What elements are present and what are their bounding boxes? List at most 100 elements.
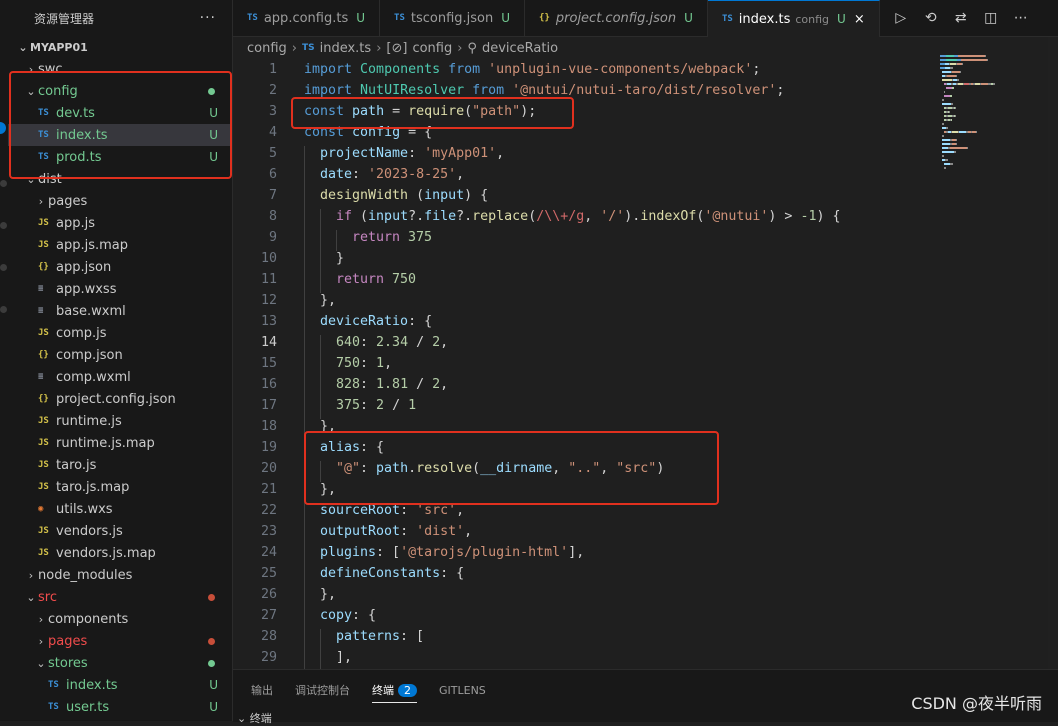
workspace-root[interactable]: ⌄ MYAPP01: [8, 36, 232, 58]
minimap-mark: [952, 71, 960, 73]
tree-item[interactable]: JS comp.js: [8, 322, 232, 344]
code-token: designWidth: [320, 188, 417, 203]
run-icon[interactable]: ▷: [892, 10, 910, 26]
file-type-icon: JS: [38, 328, 49, 338]
tree-item[interactable]: JS app.js: [8, 212, 232, 234]
line-number: 24: [260, 545, 277, 560]
tree-item[interactable]: TS index.ts U: [8, 674, 232, 696]
line-number: 29: [260, 650, 277, 665]
tab-project-config-json[interactable]: {} project.config.json U: [525, 0, 708, 36]
minimap-mark: [984, 55, 986, 57]
extensions-icon[interactable]: [0, 306, 7, 313]
tree-item[interactable]: JS runtime.js: [8, 410, 232, 432]
more-actions-icon[interactable]: ···: [200, 10, 216, 26]
tree-item[interactable]: {} app.json: [8, 256, 232, 278]
minimap-mark: [942, 143, 950, 145]
code-text: sourceRoot: 'src',: [304, 503, 464, 524]
vertical-scrollbar[interactable]: [1048, 37, 1058, 669]
minimap-mark: [942, 135, 944, 137]
code-token: 375: [408, 230, 433, 245]
code-text: plugins: ['@tarojs/plugin-html'],: [304, 545, 584, 566]
search-icon[interactable]: [0, 180, 7, 187]
breadcrumb-item[interactable]: index.ts: [320, 41, 372, 56]
tree-item[interactable]: › pages: [8, 630, 232, 652]
tree-item[interactable]: › node_modules: [8, 564, 232, 586]
panel-tab[interactable]: GITLENS: [439, 684, 486, 697]
tree-item[interactable]: ≡ comp.wxml: [8, 366, 232, 388]
code-token: NutUIResolver: [360, 83, 473, 98]
panel-tab[interactable]: 调试控制台: [295, 682, 350, 698]
minimap[interactable]: [940, 55, 1050, 315]
file-type-icon: ≡: [38, 372, 44, 382]
tree-item[interactable]: JS taro.js: [8, 454, 232, 476]
tab-index-ts[interactable]: TS index.ts config U ×: [707, 0, 880, 37]
code-editor[interactable]: 1 import Components from 'unplugin-vue-co…: [233, 59, 933, 669]
breadcrumb-item[interactable]: deviceRatio: [482, 41, 558, 56]
line-number: 17: [260, 398, 277, 413]
breadcrumb-item[interactable]: config: [247, 41, 287, 56]
code-token: :: [360, 335, 377, 350]
tree-item[interactable]: › pages: [8, 190, 232, 212]
tree-item[interactable]: TS user.ts U: [8, 696, 232, 718]
minimap-mark: [942, 99, 944, 101]
tree-item[interactable]: ≡ app.wxss: [8, 278, 232, 300]
chevron-down-icon: ⌄: [26, 590, 36, 604]
minimap-mark: [959, 71, 961, 73]
minimap-mark: [946, 127, 949, 129]
file-type-icon: JS: [38, 438, 49, 448]
code-text: import Components from 'unplugin-vue-com…: [304, 62, 760, 77]
tree-item[interactable]: JS app.js.map: [8, 234, 232, 256]
tree-item-label: components: [48, 611, 129, 627]
tree-item[interactable]: {} comp.json: [8, 344, 232, 366]
file-type-icon: {}: [539, 13, 550, 23]
code-token: ).: [624, 209, 641, 224]
code-token: 750: [392, 272, 417, 287]
line-number: 23: [260, 524, 277, 539]
panel-tab-label: 终端: [372, 684, 394, 697]
run-debug-icon[interactable]: [0, 264, 7, 271]
tab-app-config-ts[interactable]: TS app.config.ts U: [233, 0, 381, 36]
timeline-icon[interactable]: ⟲: [922, 10, 940, 26]
tree-item[interactable]: JS vendors.js.map: [8, 542, 232, 564]
tree-item-label: index.ts: [66, 677, 118, 693]
file-type-icon: JS: [38, 240, 49, 250]
minimap-mark: [949, 111, 950, 113]
minimap-mark: [956, 79, 959, 81]
panel-tab[interactable]: 输出: [251, 682, 273, 698]
line-number: 19: [260, 440, 277, 455]
minimap-mark: [987, 59, 989, 61]
terminal-section-header[interactable]: ⌄ 终端: [237, 710, 272, 726]
tree-item[interactable]: JS runtime.js.map: [8, 432, 232, 454]
code-token: defineConstants: [320, 566, 441, 581]
minimap-mark: [951, 87, 954, 89]
breadcrumb-separator: ›: [376, 40, 382, 56]
tree-item[interactable]: › components: [8, 608, 232, 630]
code-text: date: '2023-8-25',: [304, 167, 464, 188]
tree-item[interactable]: ◉ utils.wxs: [8, 498, 232, 520]
tree-item[interactable]: ⌄ src: [8, 586, 232, 608]
panel-tab[interactable]: 终端 2: [372, 682, 417, 703]
tree-item[interactable]: JS taro.js.map: [8, 476, 232, 498]
code-token: ,: [440, 335, 449, 350]
close-icon[interactable]: ×: [854, 12, 865, 27]
more-icon[interactable]: ⋯: [1012, 10, 1030, 26]
code-token: ,: [440, 377, 449, 392]
tree-item[interactable]: {} project.config.json: [8, 388, 232, 410]
chevron-right-icon: ›: [38, 634, 44, 648]
git-status-dot-icon: [208, 637, 215, 645]
split-editor-icon[interactable]: ◫: [982, 10, 1000, 26]
code-token: input: [368, 209, 409, 224]
compare-icon[interactable]: ⇄: [952, 10, 970, 26]
code-token: outputRoot: [320, 524, 401, 539]
code-token: if: [336, 209, 361, 224]
tree-item[interactable]: ≡ base.wxml: [8, 300, 232, 322]
tab-tsconfig-json[interactable]: TS tsconfig.json U: [380, 0, 526, 36]
line-number: 22: [260, 503, 277, 518]
breadcrumb-item[interactable]: config: [412, 41, 452, 56]
tree-item[interactable]: JS vendors.js: [8, 520, 232, 542]
code-token: date: [320, 167, 353, 182]
account-badge[interactable]: [0, 122, 6, 134]
tree-item[interactable]: ⌄ stores: [8, 652, 232, 674]
code-line: 23 outputRoot: 'dist',: [233, 521, 933, 545]
source-control-icon[interactable]: [0, 222, 7, 229]
